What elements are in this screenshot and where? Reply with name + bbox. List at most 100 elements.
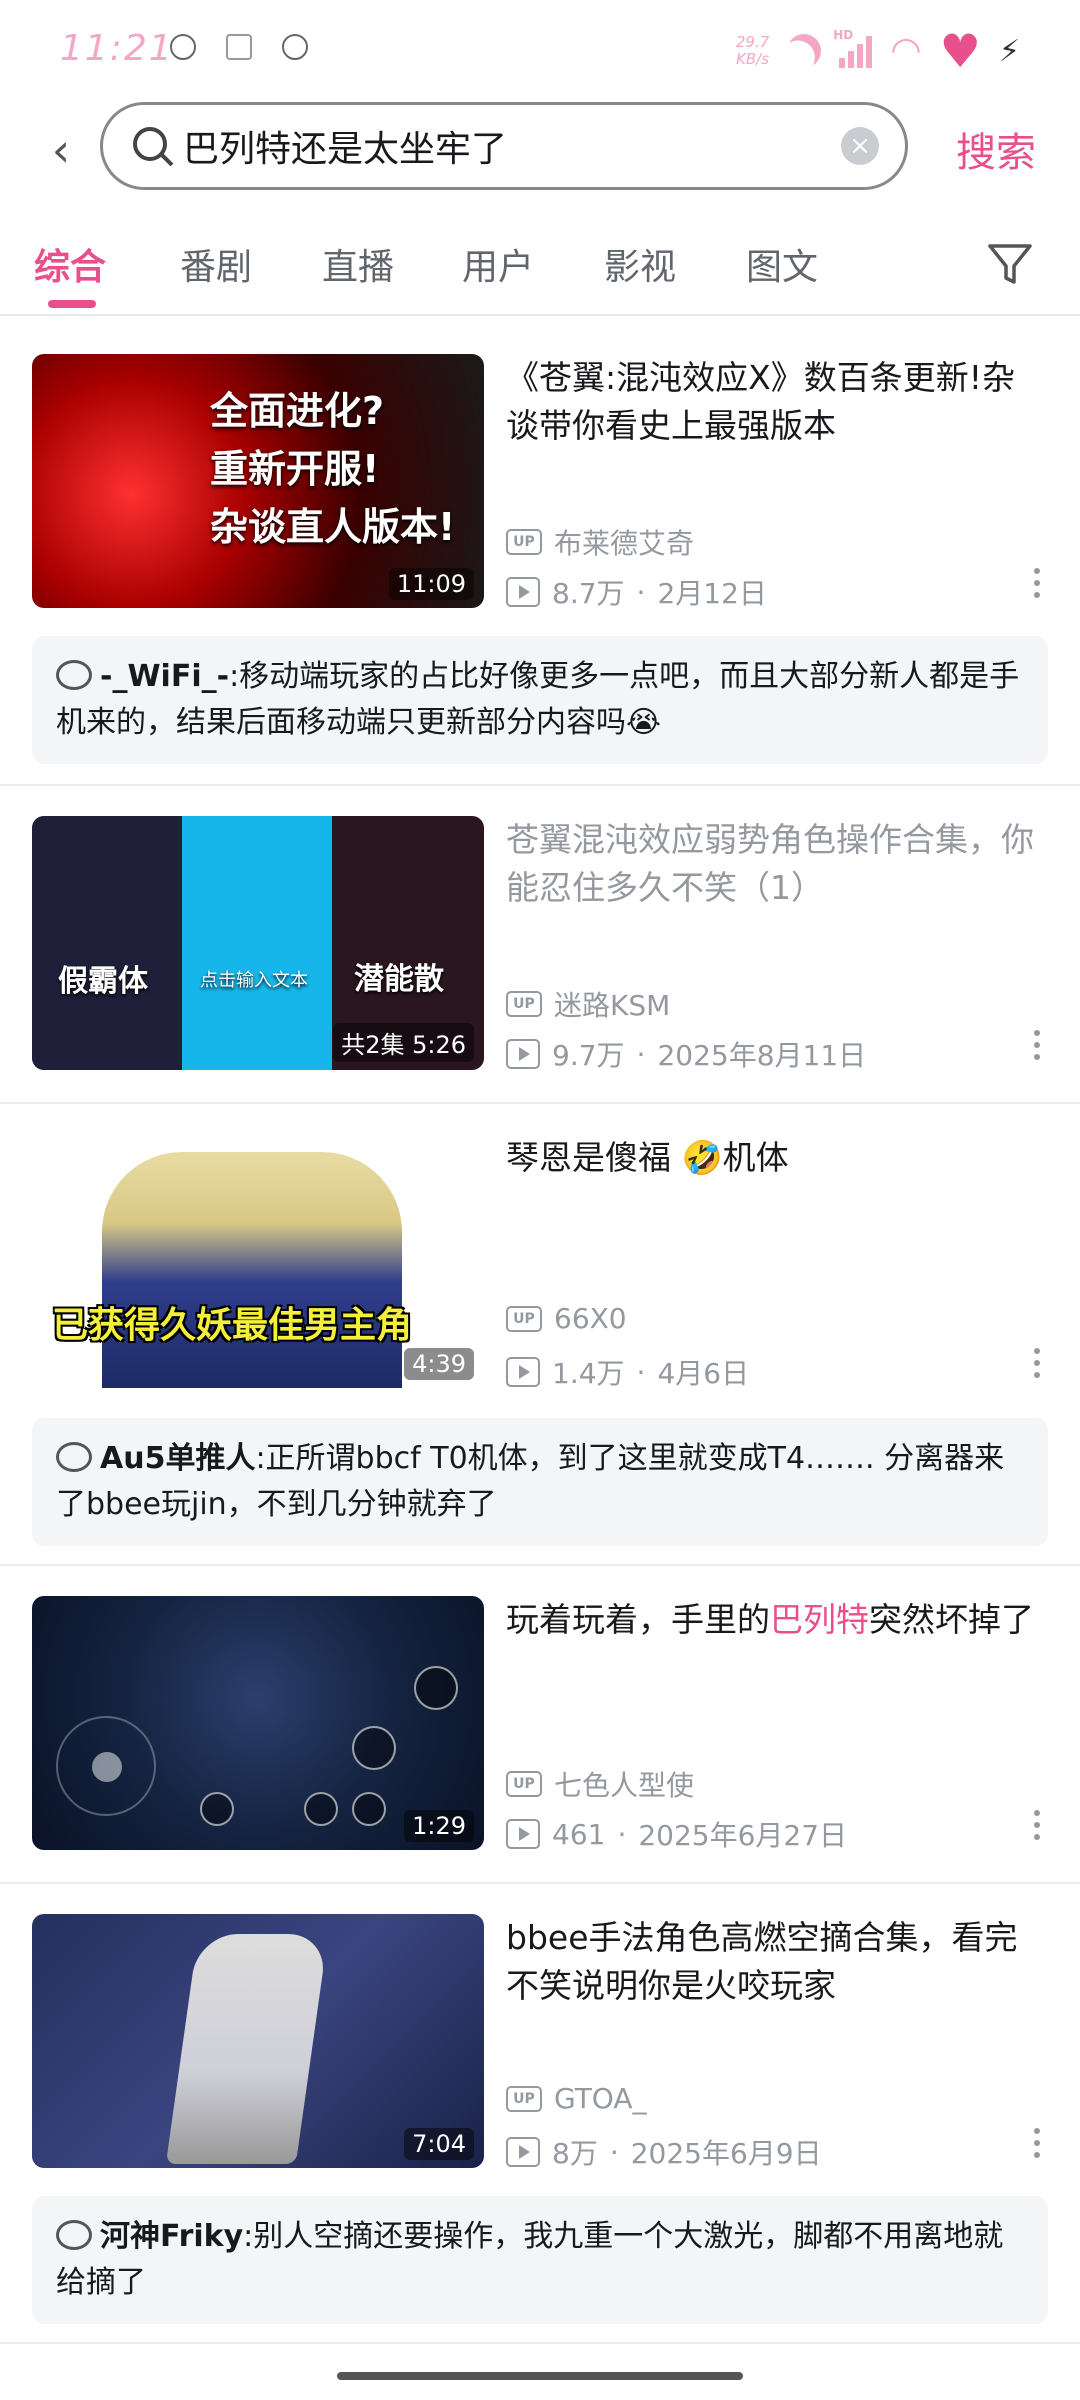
video-title[interactable]: bbee手法角色高燃空摘合集，看完不笑说明你是火咬玩家: [506, 1914, 1046, 2010]
video-stats: 1.4万 · 4月6日: [506, 1352, 749, 1392]
thumbnail-label: 潜能散: [354, 962, 444, 997]
notification-icons: [170, 34, 308, 60]
comment-icon: [56, 1442, 92, 1472]
video-thumbnail[interactable]: 全面进化? 重新开服! 杂谈直人版本! 11:09: [32, 354, 484, 608]
search-tabs: 综合 番剧 直播 用户 影视 图文: [0, 220, 1080, 316]
comment-user: Au5单推人: [100, 1441, 256, 1476]
divider: [0, 1564, 1080, 1566]
video-thumbnail[interactable]: 假霸体 点击输入文本 潜能散 共2集 5:26: [32, 816, 484, 1070]
search-header: ‹ × 搜索: [0, 100, 1080, 200]
video-stats: 8.7万 · 2月12日: [506, 572, 767, 612]
video-thumbnail[interactable]: 1:29: [32, 1596, 484, 1850]
comment-user: 河神Friky: [100, 2219, 244, 2254]
publish-date: 2025年6月9日: [630, 2137, 822, 2170]
top-comment[interactable]: -_WiFi_-:移动端玩家的占比好像更多一点吧，而且大部分新人都是手机来的，结…: [32, 636, 1048, 764]
notification-app-icon: [170, 34, 196, 60]
status-time: 11:21: [60, 28, 174, 69]
charging-icon: ⚡: [998, 33, 1020, 69]
video-title[interactable]: 苍翼混沌效应弱势角色操作合集，你能忍住多久不笑（1）: [506, 816, 1046, 912]
view-count: 9.7万: [552, 1039, 625, 1072]
view-count: 8.7万: [552, 577, 625, 610]
more-icon[interactable]: [1032, 568, 1042, 604]
hd-label: HD: [833, 28, 854, 42]
divider: [0, 784, 1080, 786]
video-title[interactable]: 琴恩是傻福 🤣机体: [506, 1134, 1046, 1182]
publish-date: 2月12日: [657, 577, 767, 610]
tab-overall[interactable]: 综合: [34, 238, 106, 290]
status-bar: 11:21 29.7 KB/s HD ◠ ♥ ⚡: [0, 0, 1080, 100]
meta-separator: ·: [617, 1817, 627, 1851]
video-stats: 9.7万 · 2025年8月11日: [506, 1034, 866, 1074]
thumbnail-character: [165, 1934, 329, 2164]
video-stats: 461 · 2025年6月27日: [506, 1814, 847, 1854]
uploader[interactable]: UP 七色人型使: [506, 1764, 694, 1804]
view-count: 461: [552, 1817, 606, 1851]
thumbnail-text: 全面进化? 重新开服! 杂谈直人版本!: [210, 389, 456, 549]
up-icon: UP: [506, 1771, 542, 1797]
video-title[interactable]: 《苍翼:混沌效应X》数百条更新!杂谈带你看史上最强版本: [506, 354, 1046, 450]
video-thumbnail[interactable]: 已获得久妖最佳男主角 4:39: [32, 1134, 484, 1388]
play-count-icon: [506, 1039, 540, 1069]
up-icon: UP: [506, 991, 542, 1017]
play-count-icon: [506, 1357, 540, 1387]
meta-separator: ·: [636, 575, 646, 609]
uploader-name: 迷路KSM: [554, 989, 671, 1022]
tab-bangumi[interactable]: 番剧: [180, 238, 252, 290]
video-title[interactable]: 玩着玩着，手里的巴列特突然坏掉了: [506, 1596, 1046, 1644]
status-right: 29.7 KB/s HD ◠ ♥ ⚡: [736, 28, 1020, 74]
signal-icon: HD: [833, 28, 873, 68]
tab-users[interactable]: 用户: [462, 238, 534, 290]
thumbnail-caption: 已获得久妖最佳男主角: [52, 1305, 413, 1346]
more-icon[interactable]: [1032, 1030, 1042, 1066]
search-button[interactable]: 搜索: [956, 120, 1036, 178]
thumbnail-label: 假霸体: [58, 964, 148, 999]
tab-film[interactable]: 影视: [604, 238, 676, 290]
publish-date: 2025年8月11日: [657, 1039, 867, 1072]
uploader-name: 布莱德艾奇: [554, 527, 695, 560]
meta-separator: ·: [609, 2135, 619, 2169]
video-duration: 11:09: [388, 568, 474, 600]
search-icon: [133, 127, 167, 161]
clear-icon[interactable]: ×: [841, 127, 879, 165]
video-stats: 8万 · 2025年6月9日: [506, 2132, 822, 2172]
publish-date: 2025年6月27日: [638, 1819, 848, 1852]
uploader[interactable]: UP 迷路KSM: [506, 984, 670, 1024]
more-icon[interactable]: [1032, 2128, 1042, 2164]
keyword-highlight: 巴列特: [770, 1600, 869, 1639]
view-count: 1.4万: [552, 1357, 625, 1390]
uploader[interactable]: UP 66X0: [506, 1302, 627, 1335]
uploader-name: 七色人型使: [554, 1769, 695, 1802]
comment-icon: [56, 2220, 92, 2250]
publish-date: 4月6日: [657, 1357, 750, 1390]
uploader[interactable]: UP GTOA_: [506, 2082, 647, 2115]
search-box[interactable]: ×: [100, 102, 908, 190]
uploader[interactable]: UP 布莱德艾奇: [506, 522, 694, 562]
view-count: 8万: [552, 2137, 598, 2170]
filter-icon[interactable]: [986, 240, 1034, 288]
uploader-name: GTOA_: [554, 2082, 647, 2115]
more-icon[interactable]: [1032, 1348, 1042, 1384]
comment-icon: [56, 660, 92, 690]
thumbnail-label: 点击输入文本: [200, 970, 308, 991]
up-icon: UP: [506, 2085, 542, 2112]
top-comment[interactable]: 河神Friky:别人空摘还要操作，我九重一个大激光，脚都不用离地就给摘了: [32, 2196, 1048, 2324]
tab-articles[interactable]: 图文: [746, 238, 818, 290]
divider: [0, 2342, 1080, 2344]
search-input[interactable]: [183, 123, 803, 169]
network-speed: 29.7 KB/s: [735, 33, 770, 68]
tab-live[interactable]: 直播: [322, 238, 394, 290]
meta-separator: ·: [636, 1037, 646, 1071]
top-comment[interactable]: Au5单推人:正所谓bbcf T0机体，到了这里就变成T4……. 分离器来了bb…: [32, 1418, 1048, 1546]
joystick-control: [56, 1716, 156, 1816]
meta-separator: ·: [636, 1355, 646, 1389]
video-duration: 7:04: [404, 2128, 474, 2160]
do-not-disturb-icon: [782, 29, 826, 73]
comment-user: -_WiFi_-: [100, 659, 230, 694]
active-tab-indicator: [48, 300, 96, 308]
play-count-icon: [506, 1819, 540, 1849]
home-indicator[interactable]: [337, 2372, 743, 2380]
notification-image-icon: [226, 34, 252, 60]
back-arrow-icon[interactable]: ‹: [36, 120, 86, 180]
more-icon[interactable]: [1032, 1810, 1042, 1846]
video-thumbnail[interactable]: 7:04: [32, 1914, 484, 2168]
